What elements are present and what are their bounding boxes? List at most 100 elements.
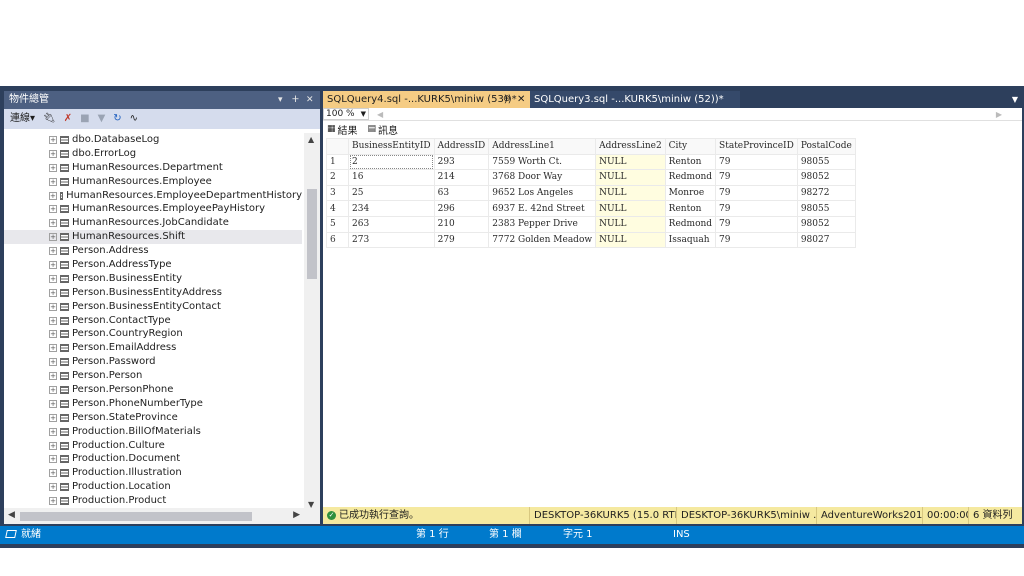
- table-row[interactable]: 5 263 210 2383 Pepper Drive NULL Redmond 79 980…: [326, 215, 856, 233]
- grid-cell[interactable]: 98052: [796, 169, 856, 186]
- scroll-right-icon[interactable]: ▶: [293, 510, 300, 520]
- tab-list-dropdown-icon[interactable]: ▼: [1012, 91, 1018, 108]
- grid-cell[interactable]: NULL: [595, 231, 666, 249]
- refresh-icon[interactable]: ↻: [113, 109, 121, 129]
- grid-cell[interactable]: 98055: [796, 200, 856, 217]
- grid-cell[interactable]: NULL: [595, 200, 666, 217]
- tree-item[interactable]: + Production.Culture: [4, 439, 302, 453]
- grid-cell[interactable]: Renton: [664, 200, 717, 217]
- grid-cell[interactable]: 98052: [796, 215, 856, 233]
- expand-icon[interactable]: +: [49, 219, 57, 228]
- tree-item[interactable]: + dbo.ErrorLog: [4, 147, 302, 161]
- grid-cell[interactable]: 98272: [796, 184, 856, 202]
- grid-cell[interactable]: Issaquah: [664, 231, 717, 249]
- grid-cell[interactable]: Redmond: [664, 215, 717, 233]
- expand-icon[interactable]: +: [49, 469, 57, 478]
- grid-cell[interactable]: 79: [715, 184, 798, 202]
- expand-icon[interactable]: +: [49, 302, 57, 311]
- scroll-right-icon[interactable]: ▶: [996, 110, 1002, 119]
- disconnect-icon[interactable]: ✗: [64, 109, 72, 129]
- grid-cell[interactable]: NULL: [595, 169, 666, 186]
- grid-cell[interactable]: 25: [348, 184, 435, 202]
- column-header[interactable]: BusinessEntityID: [348, 138, 435, 155]
- expand-icon[interactable]: +: [49, 274, 57, 283]
- grid-cell[interactable]: Renton: [664, 153, 717, 171]
- tree-item[interactable]: + Person.Password: [4, 355, 302, 369]
- expand-icon[interactable]: +: [49, 455, 57, 464]
- tree-item[interactable]: + HumanResources.Shift: [4, 230, 302, 245]
- row-number[interactable]: 5: [326, 215, 349, 233]
- grid-cell[interactable]: 296: [433, 200, 490, 217]
- tab-messages[interactable]: ▤ 訊息: [368, 122, 399, 137]
- tab-sqlquery4[interactable]: SQLQuery4.sql -...KURK5\miniw (53))* ⊕ ✕: [323, 91, 530, 108]
- expand-icon[interactable]: +: [49, 135, 57, 144]
- tree-item[interactable]: + Production.Location: [4, 480, 302, 494]
- column-header[interactable]: City: [664, 138, 717, 155]
- grid-cell[interactable]: NULL: [595, 184, 666, 202]
- grid-cell[interactable]: 79: [715, 153, 798, 171]
- grid-cell[interactable]: 9652 Los Angeles: [488, 184, 597, 202]
- expand-icon[interactable]: +: [49, 399, 57, 408]
- expand-icon[interactable]: +: [49, 372, 57, 381]
- tree-item[interactable]: + Person.StateProvince: [4, 411, 302, 425]
- grid-cell[interactable]: 98055: [796, 153, 856, 171]
- tree-item[interactable]: + Production.Document: [4, 452, 302, 466]
- tree-item[interactable]: + HumanResources.Employee: [4, 175, 302, 189]
- tree-item[interactable]: + Person.Person: [4, 369, 302, 383]
- tree-item[interactable]: + Production.Illustration: [4, 466, 302, 480]
- column-header[interactable]: PostalCode: [796, 138, 856, 155]
- grid-cell[interactable]: 79: [715, 215, 798, 233]
- table-row[interactable]: 6 273 279 7772 Golden Meadow NULL Issaquah 79 9…: [326, 231, 856, 249]
- grid-cell[interactable]: Monroe: [664, 184, 717, 202]
- scroll-left-icon[interactable]: ◀: [377, 110, 383, 119]
- activity-monitor-icon[interactable]: ∿: [130, 109, 138, 129]
- tree-item[interactable]: + dbo.DatabaseLog: [4, 133, 302, 147]
- grid-cell[interactable]: 79: [715, 231, 798, 249]
- grid-cell[interactable]: NULL: [595, 153, 666, 171]
- grid-cell[interactable]: 6937 E. 42nd Street: [488, 200, 597, 217]
- grid-cell[interactable]: 79: [715, 200, 798, 217]
- zoom-select[interactable]: 100 % ▼: [323, 108, 369, 120]
- column-header[interactable]: StateProvinceID: [715, 138, 798, 155]
- grid-cell[interactable]: 2: [348, 153, 435, 171]
- tree-item[interactable]: + Production.Product: [4, 494, 302, 508]
- table-row[interactable]: 1 2 293 7559 Worth Ct. NULL Renton 79 98055: [326, 153, 856, 171]
- panel-pin-icon[interactable]: ⵜ: [292, 91, 299, 109]
- grid-cell[interactable]: 63: [433, 184, 490, 202]
- expand-icon[interactable]: +: [49, 177, 57, 186]
- row-number[interactable]: 4: [326, 200, 349, 217]
- column-header[interactable]: AddressLine2: [595, 138, 666, 155]
- grid-corner-cell[interactable]: [326, 138, 349, 155]
- expand-icon[interactable]: +: [49, 385, 57, 394]
- expand-icon[interactable]: +: [49, 191, 57, 200]
- grid-cell[interactable]: 293: [433, 153, 490, 171]
- scroll-thumb[interactable]: [307, 189, 317, 279]
- tab-close-icon[interactable]: ✕: [517, 91, 525, 108]
- expand-icon[interactable]: +: [49, 316, 57, 325]
- grid-cell[interactable]: 7559 Worth Ct.: [488, 153, 597, 171]
- tree-horizontal-scrollbar[interactable]: ◀ ▶: [4, 508, 320, 524]
- expand-icon[interactable]: +: [49, 260, 57, 269]
- tree-vertical-scrollbar[interactable]: ▲ ▼: [304, 133, 320, 511]
- table-row[interactable]: 3 25 63 9652 Los Angeles NULL Monroe 79 98272: [326, 184, 856, 202]
- expand-icon[interactable]: +: [49, 413, 57, 422]
- grid-cell[interactable]: 79: [715, 169, 798, 186]
- tree-item[interactable]: + Person.CountryRegion: [4, 327, 302, 341]
- connect-plug-icon[interactable]: 🔌︎: [43, 109, 56, 129]
- expand-icon[interactable]: +: [49, 497, 57, 506]
- scroll-left-icon[interactable]: ◀: [8, 510, 15, 520]
- panel-dropdown-icon[interactable]: ▾: [278, 91, 283, 109]
- tree-item[interactable]: + Person.BusinessEntity: [4, 272, 302, 286]
- grid-cell[interactable]: 7772 Golden Meadow: [488, 231, 597, 249]
- column-header[interactable]: AddressLine1: [488, 138, 597, 155]
- expand-icon[interactable]: +: [49, 163, 57, 172]
- tree-item[interactable]: + HumanResources.EmployeeDepartmentHistor…: [4, 189, 302, 203]
- grid-cell[interactable]: 2383 Pepper Drive: [488, 215, 597, 233]
- grid-cell[interactable]: NULL: [595, 215, 666, 233]
- h-scroll-thumb[interactable]: [20, 512, 252, 521]
- grid-cell[interactable]: 234: [348, 200, 435, 217]
- grid-cell[interactable]: Redmond: [664, 169, 717, 186]
- grid-cell[interactable]: 3768 Door Way: [488, 169, 597, 186]
- expand-icon[interactable]: +: [49, 330, 57, 339]
- expand-icon[interactable]: +: [49, 427, 57, 436]
